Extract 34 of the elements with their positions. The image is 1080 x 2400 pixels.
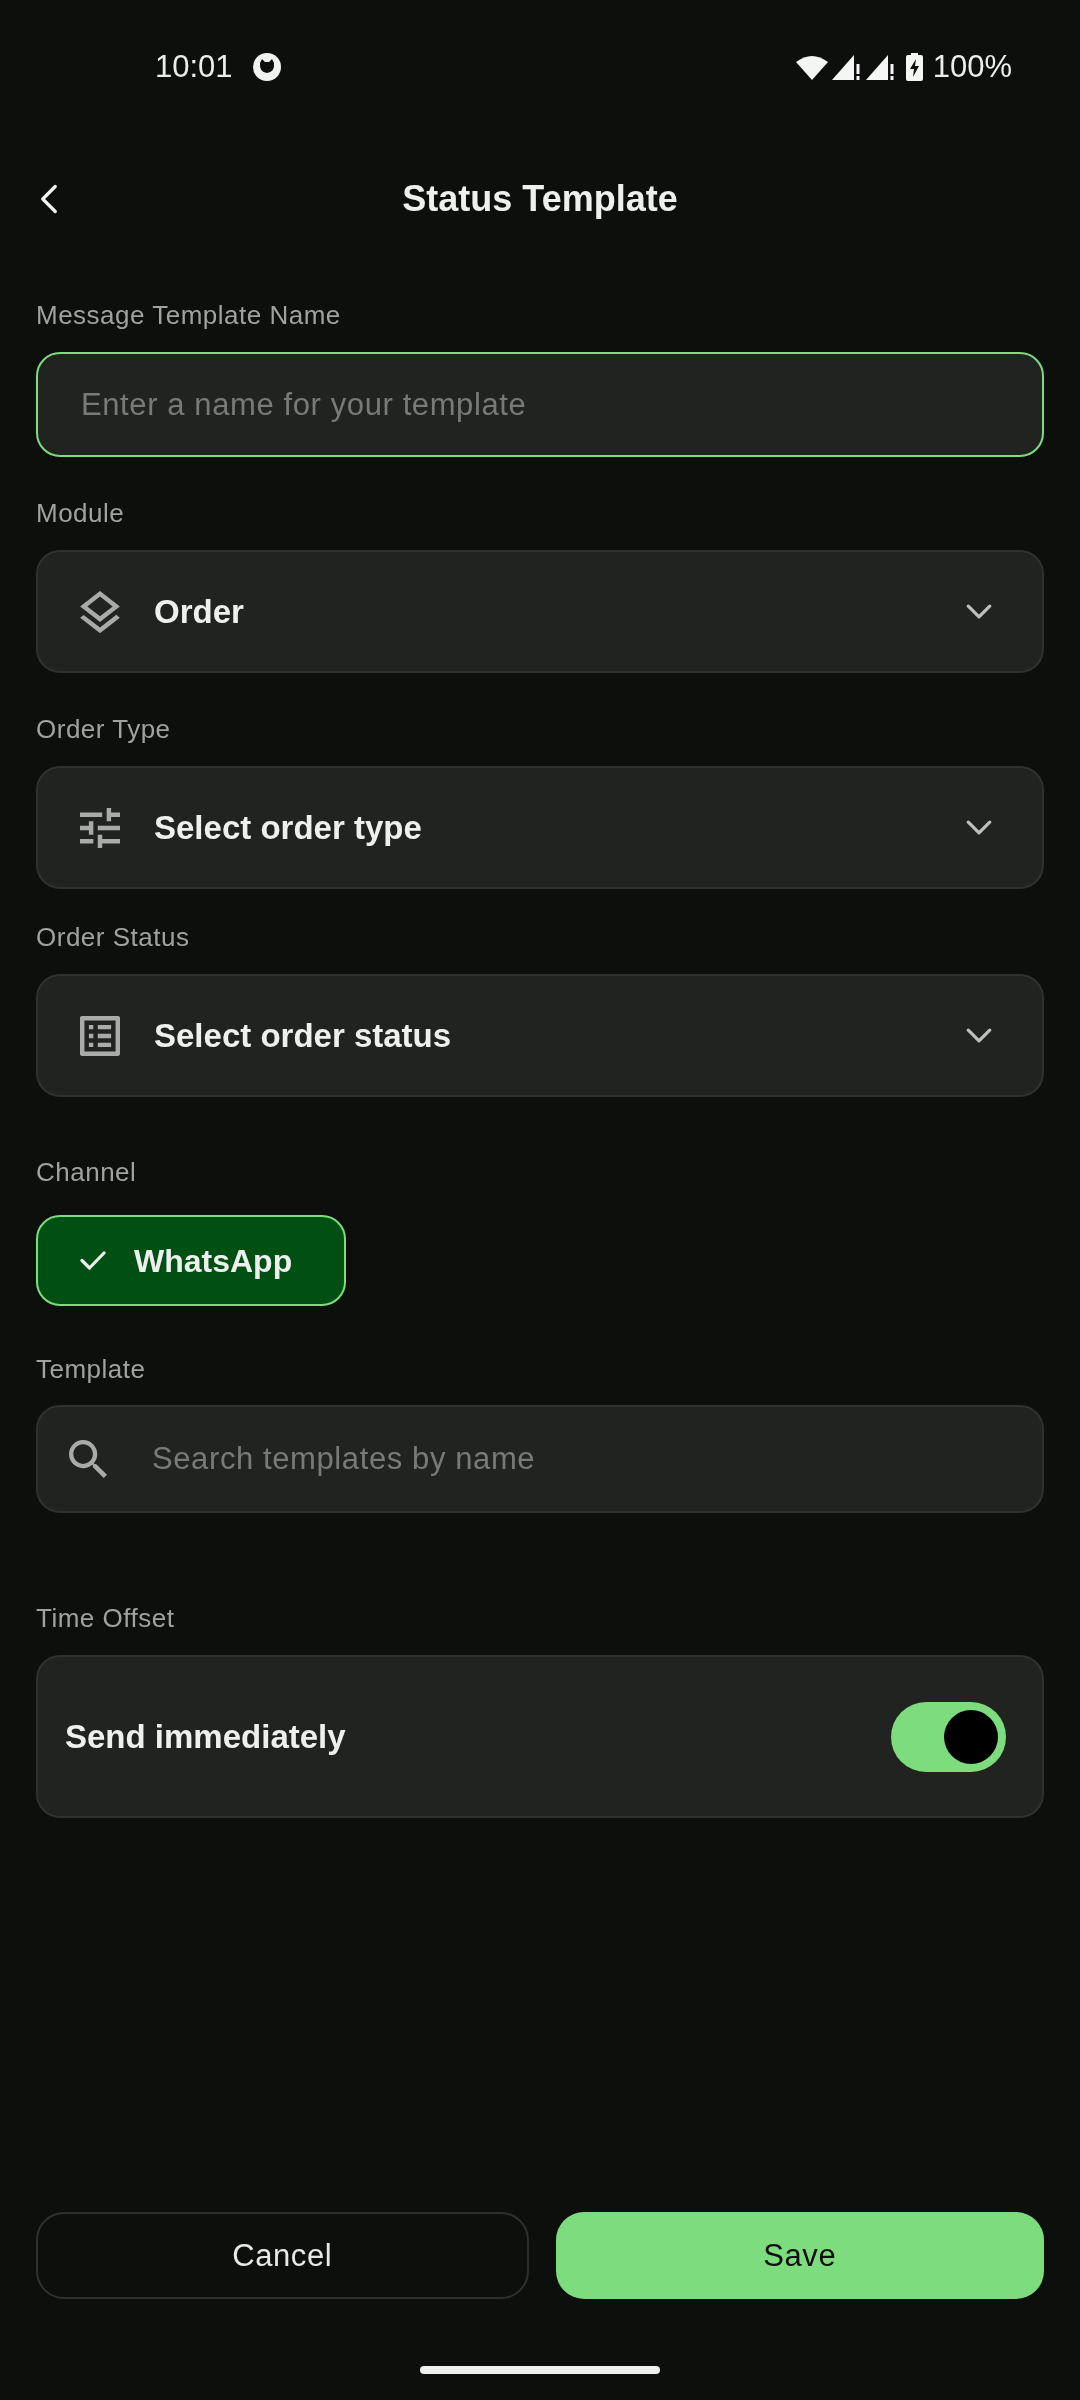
status-time: 10:01 bbox=[155, 49, 233, 85]
layers-icon bbox=[80, 590, 120, 633]
chevron-left-icon bbox=[40, 184, 58, 214]
list-icon bbox=[80, 1015, 120, 1056]
wifi-icon bbox=[795, 54, 828, 80]
field-label: Order Status bbox=[36, 921, 191, 953]
check-icon bbox=[80, 1251, 106, 1270]
dropdown-select[interactable]: Order bbox=[36, 550, 1044, 673]
field-label: Time Offset bbox=[36, 1602, 176, 1634]
cat-face-icon bbox=[252, 53, 281, 81]
template-search-field[interactable]: Search templates by name bbox=[36, 1405, 1044, 1513]
field-label: Template bbox=[36, 1353, 147, 1385]
field-label: Message Template Name bbox=[36, 299, 342, 331]
search-icon bbox=[69, 1440, 107, 1478]
save-button[interactable]: Save bbox=[555, 2212, 1044, 2299]
chevron-down-icon bbox=[966, 820, 992, 835]
time-offset-option: Send immediately bbox=[65, 1716, 346, 1757]
cancel-button[interactable]: Cancel bbox=[36, 2212, 529, 2299]
signal-icon bbox=[831, 54, 860, 80]
field-label: Channel bbox=[36, 1156, 138, 1188]
channel-chip[interactable]: WhatsApp bbox=[36, 1215, 347, 1306]
chevron-down-icon bbox=[966, 1028, 992, 1043]
chevron-down-icon bbox=[966, 604, 992, 619]
template-name-input[interactable]: Enter a name for your template bbox=[36, 352, 1044, 457]
back-button[interactable] bbox=[40, 184, 58, 214]
field-label: Order Type bbox=[36, 713, 172, 745]
sliders-icon bbox=[80, 807, 120, 848]
signal-icon bbox=[865, 54, 894, 80]
field-label: Module bbox=[36, 497, 126, 529]
page-title: Status Template bbox=[402, 178, 678, 220]
dropdown-select[interactable]: Select order type bbox=[36, 766, 1044, 889]
battery-charging-icon bbox=[905, 53, 923, 81]
dropdown-select[interactable]: Select order status bbox=[36, 974, 1044, 1097]
battery-percentage: 100% bbox=[932, 49, 1012, 85]
